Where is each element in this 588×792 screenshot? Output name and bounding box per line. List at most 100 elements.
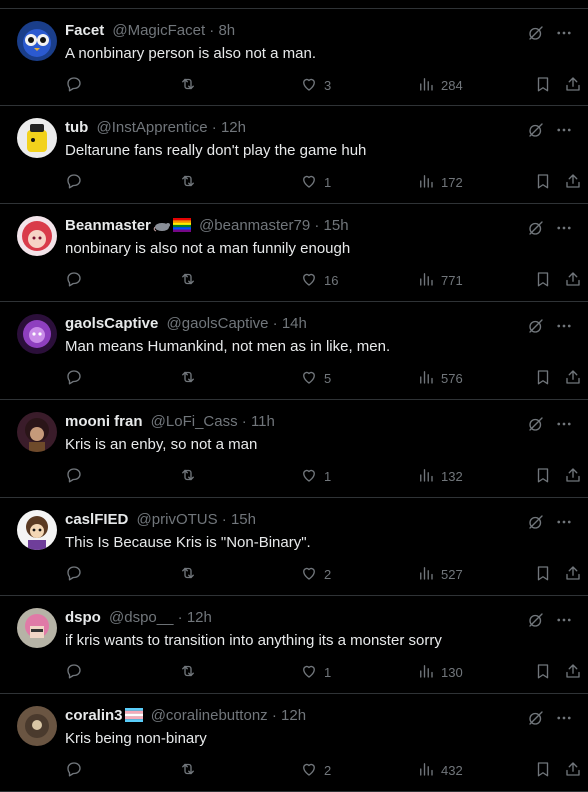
more-options-icon[interactable]	[554, 610, 574, 630]
grok-icon[interactable]	[526, 316, 546, 336]
views-button[interactable]: 284	[417, 75, 463, 95]
user-handle[interactable]: @InstApprentice	[97, 119, 208, 136]
bookmark-button[interactable]	[534, 75, 552, 95]
share-button[interactable]	[564, 270, 582, 290]
user-handle[interactable]: @LoFi_Cass	[151, 413, 238, 430]
post[interactable]: caslFIED @privOTUS · 15h This Is Because…	[0, 498, 588, 596]
more-options-icon[interactable]	[554, 120, 574, 140]
user-handle[interactable]: @MagicFacet	[112, 22, 205, 39]
like-button[interactable]: 3	[300, 75, 331, 95]
views-button[interactable]: 771	[417, 270, 463, 290]
share-button[interactable]	[564, 75, 582, 95]
bookmark-button[interactable]	[534, 172, 552, 192]
reply-button[interactable]	[65, 368, 89, 388]
user-handle[interactable]: @dspo__	[109, 609, 173, 626]
views-button[interactable]: 527	[417, 564, 463, 584]
share-button[interactable]	[564, 466, 582, 486]
share-button[interactable]	[564, 172, 582, 192]
reply-button[interactable]	[65, 760, 89, 780]
display-name[interactable]: gaolsCaptive	[65, 315, 158, 332]
views-button[interactable]: 432	[417, 760, 463, 780]
user-handle[interactable]: @gaolsCaptive	[167, 315, 269, 332]
more-options-icon[interactable]	[554, 414, 574, 434]
avatar[interactable]	[17, 608, 57, 648]
post-time[interactable]: 15h	[324, 217, 349, 234]
post-time[interactable]: 11h	[251, 413, 275, 430]
post-time[interactable]: 12h	[221, 119, 246, 136]
post[interactable]: dspo @dspo__ · 12h if kris wants to tran…	[0, 596, 588, 694]
display-name[interactable]: caslFIED	[65, 511, 128, 528]
display-name[interactable]: dspo	[65, 609, 101, 626]
post-time[interactable]: 12h	[281, 707, 306, 724]
avatar[interactable]	[17, 510, 57, 550]
like-button[interactable]: 16	[300, 270, 338, 290]
reply-button[interactable]	[65, 466, 89, 486]
user-handle[interactable]: @privOTUS	[137, 511, 218, 528]
avatar[interactable]	[17, 21, 57, 61]
like-button[interactable]: 2	[300, 760, 331, 780]
views-button[interactable]: 132	[417, 466, 463, 486]
more-options-icon[interactable]	[554, 708, 574, 728]
display-name[interactable]: coralin3	[65, 707, 123, 724]
more-options-icon[interactable]	[554, 218, 574, 238]
retweet-button[interactable]	[179, 466, 203, 486]
display-name[interactable]: tub	[65, 119, 88, 136]
grok-icon[interactable]	[526, 120, 546, 140]
retweet-button[interactable]	[179, 270, 203, 290]
like-button[interactable]: 1	[300, 172, 331, 192]
reply-button[interactable]	[65, 172, 89, 192]
bookmark-button[interactable]	[534, 466, 552, 486]
grok-icon[interactable]	[526, 610, 546, 630]
more-options-icon[interactable]	[554, 23, 574, 43]
retweet-button[interactable]	[179, 662, 203, 682]
avatar[interactable]	[17, 118, 57, 158]
reply-button[interactable]	[65, 564, 89, 584]
user-handle[interactable]: @beanmaster79	[199, 217, 310, 234]
display-name[interactable]: Facet	[65, 22, 104, 39]
reply-button[interactable]	[65, 270, 89, 290]
grok-icon[interactable]	[526, 512, 546, 532]
avatar[interactable]	[17, 216, 57, 256]
post[interactable]: Facet @MagicFacet · 8h A nonbinary perso…	[0, 8, 588, 106]
share-button[interactable]	[564, 564, 582, 584]
more-options-icon[interactable]	[554, 512, 574, 532]
post-time[interactable]: 15h	[231, 511, 256, 528]
share-button[interactable]	[564, 368, 582, 388]
retweet-button[interactable]	[179, 564, 203, 584]
reply-button[interactable]	[65, 662, 89, 682]
views-button[interactable]: 576	[417, 368, 463, 388]
post[interactable]: mooni fran @LoFi_Cass · 11h Kris is an e…	[0, 400, 588, 498]
views-button[interactable]: 172	[417, 172, 463, 192]
bookmark-button[interactable]	[534, 368, 552, 388]
share-button[interactable]	[564, 662, 582, 682]
share-button[interactable]	[564, 760, 582, 780]
bookmark-button[interactable]	[534, 270, 552, 290]
reply-button[interactable]	[65, 75, 89, 95]
retweet-button[interactable]	[179, 172, 203, 192]
avatar[interactable]	[17, 706, 57, 746]
grok-icon[interactable]	[526, 414, 546, 434]
display-name[interactable]: Beanmaster	[65, 217, 151, 234]
like-button[interactable]: 1	[300, 662, 331, 682]
like-button[interactable]: 1	[300, 466, 331, 486]
post-time[interactable]: 8h	[218, 22, 235, 39]
more-options-icon[interactable]	[554, 316, 574, 336]
grok-icon[interactable]	[526, 218, 546, 238]
post[interactable]: tub @InstApprentice · 12h Deltarune fans…	[0, 106, 588, 204]
avatar[interactable]	[17, 412, 57, 452]
like-button[interactable]: 2	[300, 564, 331, 584]
bookmark-button[interactable]	[534, 662, 552, 682]
user-handle[interactable]: @coralinebuttonz	[151, 707, 268, 724]
post-time[interactable]: 14h	[282, 315, 307, 332]
post[interactable]: gaolsCaptive @gaolsCaptive · 14h Man mea…	[0, 302, 588, 400]
retweet-button[interactable]	[179, 760, 203, 780]
grok-icon[interactable]	[526, 23, 546, 43]
bookmark-button[interactable]	[534, 564, 552, 584]
views-button[interactable]: 130	[417, 662, 463, 682]
avatar[interactable]	[17, 314, 57, 354]
retweet-button[interactable]	[179, 75, 203, 95]
post[interactable]: coralin3 @coralinebuttonz · 12h Kris bei…	[0, 694, 588, 792]
post[interactable]: Beanmaster @beanmaster79 · 15h nonbinary…	[0, 204, 588, 302]
bookmark-button[interactable]	[534, 760, 552, 780]
retweet-button[interactable]	[179, 368, 203, 388]
